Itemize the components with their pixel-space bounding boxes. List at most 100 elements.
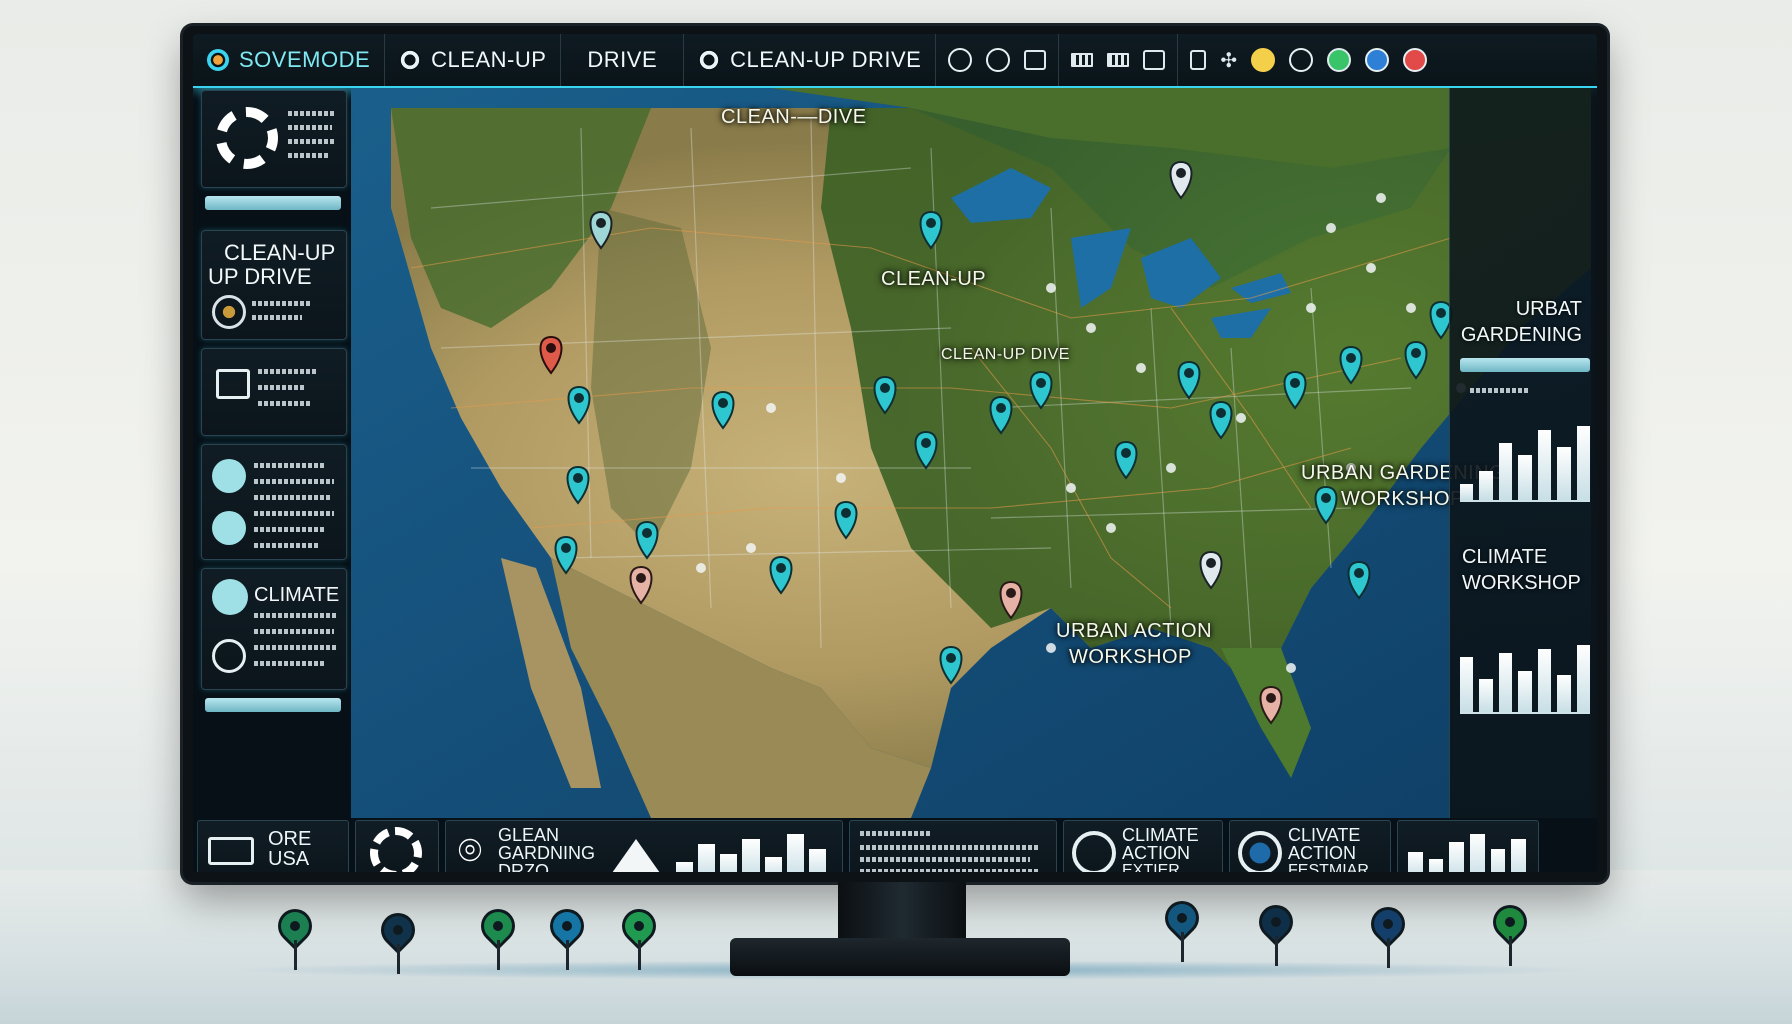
alert-icon[interactable] <box>1403 48 1428 72</box>
bar <box>1518 454 1532 500</box>
globe-icon[interactable] <box>948 48 973 72</box>
pin-stem <box>1387 938 1390 968</box>
list-icon[interactable] <box>1107 53 1130 67</box>
tab-clean-up[interactable]: CLEAN-UP <box>385 34 562 86</box>
bar <box>720 854 738 872</box>
earth-icon[interactable] <box>1365 48 1390 72</box>
search-icon <box>212 459 246 493</box>
left-card-title-1: CLEAN-UP <box>224 240 336 265</box>
bottom-card-climate-line1: CLIMATE <box>1122 825 1199 845</box>
bottom-card-usa-line1: ORE <box>268 828 312 850</box>
truck-icon <box>208 837 254 865</box>
bar <box>1449 841 1465 872</box>
text-line <box>288 139 336 144</box>
bottom-card-gardening[interactable]: ⌾ GLEAN GARDNING DRZO <box>445 820 843 872</box>
text-line <box>254 479 334 484</box>
window-icon[interactable] <box>1024 50 1047 70</box>
bar <box>1479 678 1493 712</box>
bottom-card-climate-action[interactable]: CLIMATE ACTION EXTIER <box>1063 820 1223 872</box>
bottom-card-festival[interactable]: CLIVATE ACTION FESTMIAR <box>1229 820 1391 872</box>
left-progress-bar <box>205 196 341 210</box>
map-label-gulf-2: WORKSHOP <box>1069 646 1192 668</box>
left-card-climate[interactable]: CLIMATE <box>201 568 347 690</box>
bar <box>676 861 694 872</box>
pin-stem <box>566 940 569 970</box>
bottom-card-climate-line3: EXTIER <box>1122 862 1180 872</box>
bar <box>1518 671 1532 712</box>
bottom-minichart <box>676 829 826 872</box>
text-line <box>254 543 318 548</box>
grid-icon[interactable] <box>1071 53 1094 67</box>
map-label-east-2: WORKSHOP <box>1341 488 1464 510</box>
settings-icon[interactable]: ✣ <box>1220 48 1237 73</box>
right-title-2a: CLIMATE <box>1462 546 1548 568</box>
right-minichart-2 <box>1460 638 1590 714</box>
sun-icon[interactable] <box>1251 48 1276 72</box>
right-panel: URBAT GARDENING CLIMATE WORKSHOP <box>1449 88 1597 818</box>
bar <box>1576 645 1590 712</box>
text-line <box>254 629 334 634</box>
bar <box>808 849 826 872</box>
screen: SOVEMODE CLEAN-UP DRIVE CLEAN-UP DRIVE ✣… <box>193 34 1597 872</box>
text-line <box>254 645 338 650</box>
pin-stem <box>1275 936 1278 966</box>
bar <box>1460 483 1474 500</box>
bar <box>1470 834 1485 872</box>
recycle-icon <box>1072 831 1116 872</box>
monitor: SOVEMODE CLEAN-UP DRIVE CLEAN-UP DRIVE ✣… <box>183 26 1607 882</box>
user-icon[interactable] <box>1289 48 1314 72</box>
monitor-stand <box>838 882 966 944</box>
globe-icon <box>1238 831 1282 872</box>
panel-icon[interactable] <box>1143 50 1166 70</box>
app-brand[interactable]: SOVEMODE <box>193 34 386 86</box>
tab-drive[interactable]: DRIVE <box>561 34 685 86</box>
document-icon[interactable] <box>1190 50 1207 70</box>
tab-clean-up-drive[interactable]: CLEAN-UP DRIVE <box>684 34 937 86</box>
us-map <box>351 88 1591 818</box>
pin-stem <box>638 940 641 970</box>
tab-clean-up-label: CLEAN-UP <box>431 47 547 72</box>
toolbar-icons-2 <box>1059 34 1179 86</box>
location-icon <box>212 511 246 545</box>
left-card-recycle[interactable] <box>201 90 347 188</box>
bar <box>1511 839 1527 872</box>
map-label-mid: CLEAN-UP DIVE <box>941 346 1070 363</box>
text-line <box>252 315 302 320</box>
logo-icon <box>207 49 229 71</box>
bar <box>1498 442 1513 500</box>
bottom-card-chart[interactable] <box>1397 820 1539 872</box>
bar <box>1408 851 1423 872</box>
truck-icon <box>216 369 250 399</box>
bar <box>742 839 760 872</box>
left-card-climate-title: CLIMATE <box>254 584 340 606</box>
text-line <box>860 831 930 836</box>
recycle-icon[interactable] <box>986 48 1011 72</box>
bar <box>1557 675 1571 712</box>
pin-stem <box>1509 936 1512 966</box>
left-card-location[interactable] <box>201 444 347 560</box>
bottom-card-usa[interactable]: ORE USA <box>197 820 349 872</box>
bottom-card-gardening-line3: DRZO <box>498 861 549 872</box>
monitor-base <box>730 938 1070 976</box>
left-card-truck[interactable] <box>201 348 347 436</box>
bottom-right-minichart <box>1408 829 1527 872</box>
leaf-icon[interactable] <box>1327 48 1352 72</box>
left-card-clean-up[interactable]: CLEAN-UP UP DRIVE <box>201 230 347 340</box>
recycle-icon <box>370 827 422 872</box>
map-view[interactable]: CLEAN-—DIVE CLEAN-UP CLEAN-UP DIVE URBAN… <box>351 88 1591 818</box>
bottom-card-recycle[interactable] <box>355 820 439 872</box>
text-line <box>254 463 324 468</box>
climate-icon <box>212 579 248 615</box>
bottom-card-text[interactable] <box>849 820 1057 872</box>
bar <box>1460 656 1474 712</box>
map-label-gulf-1: URBAN ACTION <box>1056 620 1213 642</box>
text-line <box>860 869 1040 872</box>
bottom-card-gardening-line2: GARDNING <box>498 843 596 863</box>
target-icon <box>212 639 246 673</box>
pin-stem <box>1181 932 1184 962</box>
bottom-card-gardening-line1: GLEAN <box>498 825 560 845</box>
right-title-2b: WORKSHOP <box>1462 572 1581 594</box>
bottom-bar: ORE USA ⌾ GLEAN GARDNING DRZO CLIMATE AC… <box>193 820 1597 872</box>
app-name: SOVEMODE <box>239 47 371 72</box>
bar <box>1490 849 1506 872</box>
